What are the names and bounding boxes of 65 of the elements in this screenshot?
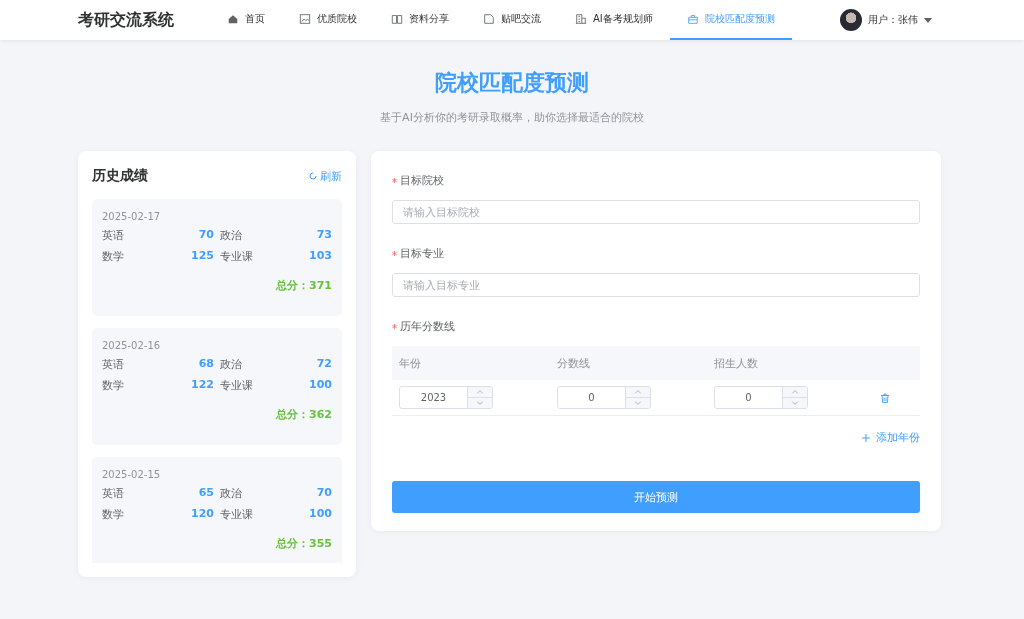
subject-score: 73 bbox=[316, 228, 332, 243]
app-logo: 考研交流系统 bbox=[78, 9, 175, 31]
nav-tab[interactable]: 首页 bbox=[210, 0, 282, 40]
subject-label: 专业课 bbox=[220, 507, 253, 522]
nav-tab[interactable]: 贴吧交流 bbox=[466, 0, 558, 40]
page-title: 院校匹配度预测 bbox=[434, 69, 590, 97]
field-label: 目标院校 bbox=[400, 173, 444, 188]
avatar[interactable] bbox=[840, 9, 862, 31]
subject-label: 英语 bbox=[102, 486, 124, 501]
column-header: 招生人数 bbox=[714, 355, 759, 371]
trash-icon[interactable] bbox=[880, 392, 890, 403]
score-stepper[interactable]: 0 bbox=[557, 386, 651, 409]
panel-title: 历史成绩 bbox=[92, 167, 148, 185]
subject-score: 72 bbox=[316, 357, 332, 372]
subject-score: 120 bbox=[191, 507, 214, 522]
record-date: 2025-02-16 bbox=[102, 340, 162, 351]
subject-label: 政治 bbox=[220, 486, 242, 501]
subject-label: 数学 bbox=[102, 249, 124, 264]
nav-tab[interactable]: 优质院校 bbox=[282, 0, 374, 40]
subject-label: 英语 bbox=[102, 357, 124, 372]
input-field[interactable]: 请输入目标院校 bbox=[392, 200, 920, 224]
input-field[interactable]: 请输入目标专业 bbox=[392, 273, 920, 297]
bag-icon bbox=[686, 13, 699, 25]
count-stepper[interactable]: 0 bbox=[714, 386, 808, 409]
subject-label: 专业课 bbox=[220, 378, 253, 393]
refresh-icon bbox=[309, 172, 317, 180]
subject-score: 70 bbox=[198, 228, 214, 243]
subject-score: 65 bbox=[198, 486, 214, 501]
image-icon bbox=[299, 13, 311, 25]
subject-score: 100 bbox=[309, 507, 332, 522]
subject-score: 70 bbox=[316, 486, 332, 501]
nav-tab[interactable]: 资料分享 bbox=[374, 0, 466, 40]
subject-label: 数学 bbox=[102, 378, 124, 393]
chevron-down-icon[interactable] bbox=[783, 397, 807, 408]
subject-label: 专业课 bbox=[220, 249, 253, 264]
user-name[interactable]: 用户：张伟 bbox=[868, 13, 918, 27]
page-subtitle: 基于AI分析你的考研录取概率，助你选择最适合的院校 bbox=[379, 110, 645, 125]
subject-label: 政治 bbox=[220, 357, 242, 372]
subject-score: 100 bbox=[309, 378, 332, 393]
subject-score: 125 bbox=[191, 249, 214, 264]
subject-score: 68 bbox=[198, 357, 214, 372]
building-icon bbox=[575, 13, 587, 25]
field-label: 目标专业 bbox=[400, 246, 444, 261]
caret-icon[interactable] bbox=[924, 17, 932, 23]
subject-score: 122 bbox=[191, 378, 214, 393]
home-icon bbox=[227, 13, 239, 25]
field-label: 历年分数线 bbox=[400, 319, 455, 334]
chevron-down-icon[interactable] bbox=[626, 397, 650, 408]
total-score: 总分：371 bbox=[274, 278, 332, 293]
year-stepper[interactable]: 2023 bbox=[399, 386, 493, 409]
subject-label: 数学 bbox=[102, 507, 124, 522]
subject-score: 103 bbox=[309, 249, 332, 264]
subject-label: 英语 bbox=[102, 228, 124, 243]
nav-tab[interactable]: AI备考规划师 bbox=[558, 0, 670, 40]
record-date: 2025-02-15 bbox=[102, 469, 162, 480]
record-date: 2025-02-17 bbox=[102, 211, 162, 222]
total-score: 总分：355 bbox=[274, 536, 332, 551]
column-header: 年份 bbox=[399, 355, 422, 371]
total-score: 总分：362 bbox=[274, 407, 332, 422]
note-icon bbox=[483, 13, 495, 25]
column-header: 分数线 bbox=[557, 355, 591, 371]
book-icon bbox=[391, 13, 403, 25]
plus-icon bbox=[862, 433, 870, 442]
chevron-down-icon[interactable] bbox=[468, 397, 492, 408]
subject-label: 政治 bbox=[220, 228, 242, 243]
